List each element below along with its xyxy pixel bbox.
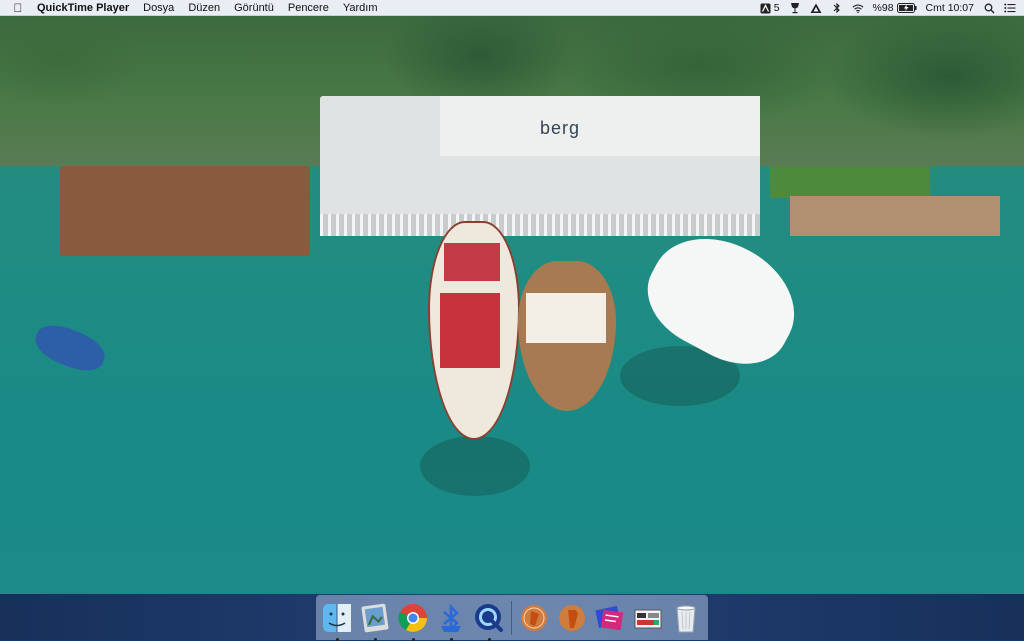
- app-menu-quicktime[interactable]: QuickTime Player: [37, 2, 129, 14]
- notification-center-icon[interactable]: [1004, 2, 1016, 14]
- dock-finder[interactable]: [320, 601, 354, 641]
- adobe-icon: [760, 2, 772, 14]
- chrome-icon: [398, 603, 427, 632]
- bluetooth-icon: [441, 603, 461, 632]
- adobe-status-item[interactable]: 5: [760, 2, 780, 14]
- restaurant-deck: [60, 166, 310, 256]
- spotlight-search-icon[interactable]: [983, 2, 995, 14]
- battery-percent: %98: [872, 2, 894, 14]
- menu-gorunt[interactable]: Görüntü: [234, 2, 274, 14]
- tan-boat: [518, 261, 616, 411]
- red-canopy: [440, 293, 500, 368]
- clock[interactable]: Cmt 10:07: [926, 2, 974, 14]
- dock-preview[interactable]: [358, 601, 392, 641]
- screenshots-stack-icon: [634, 609, 662, 628]
- restaurant-railing: [320, 214, 760, 236]
- restaurant-sign: berg: [540, 118, 581, 138]
- menu-pencere[interactable]: Pencere: [288, 2, 329, 14]
- restaurant-roof: [440, 96, 760, 156]
- restaurant-building: berg: [320, 96, 760, 236]
- boat-reflection: [420, 436, 530, 496]
- wine-glass-icon[interactable]: [789, 2, 801, 14]
- preview-icon: [361, 603, 389, 632]
- grass-bank: [770, 166, 930, 198]
- folder-stack-icon: [595, 605, 624, 630]
- apple-icon[interactable]: : [11, 0, 25, 16]
- menu-yardim[interactable]: Yardım: [343, 2, 378, 14]
- menu-duzen[interactable]: Düzen: [188, 2, 220, 14]
- dock-recent-folder-stack[interactable]: [593, 601, 627, 635]
- dock-downloads-stack[interactable]: [517, 601, 551, 635]
- dock-bluetooth-file-exchange[interactable]: [434, 601, 468, 641]
- blue-rowboat: [29, 317, 111, 379]
- finder-icon: [323, 603, 351, 632]
- quicktime-icon: [475, 603, 503, 632]
- battery-charging-icon: [896, 2, 917, 14]
- wooden-pier: [790, 196, 1000, 236]
- battery-status[interactable]: %98: [873, 2, 917, 14]
- white-canopy: [526, 293, 606, 343]
- wifi-icon[interactable]: [852, 2, 864, 14]
- running-indicator: [373, 637, 377, 641]
- dock-quicktime-player[interactable]: [472, 601, 506, 641]
- trash-icon: [676, 605, 696, 632]
- running-indicator: [487, 637, 491, 641]
- video-frame[interactable]: berg: [0, 16, 1024, 594]
- dock-screenshots-stack[interactable]: [631, 601, 665, 635]
- bluetooth-icon[interactable]: [831, 2, 843, 14]
- gulet-boat: [428, 221, 520, 440]
- running-indicator: [449, 637, 453, 641]
- running-indicator: [335, 637, 339, 641]
- drive-sync-icon[interactable]: [810, 2, 822, 14]
- running-indicator: [411, 637, 415, 641]
- dock: [316, 595, 708, 641]
- downloads-stack-icon: [521, 604, 547, 631]
- dock-trash[interactable]: [669, 601, 703, 635]
- menu-dosya[interactable]: Dosya: [143, 2, 174, 14]
- dock-documents-stack[interactable]: [555, 601, 589, 635]
- menu-bar:  QuickTime Player Dosya Düzen Görüntü P…: [0, 0, 1024, 16]
- dock-chrome[interactable]: [396, 601, 430, 641]
- dock-separator: [511, 600, 512, 635]
- adobe-badge-count: 5: [773, 2, 780, 14]
- documents-stack-icon: [559, 604, 585, 631]
- red-canopy: [444, 243, 500, 281]
